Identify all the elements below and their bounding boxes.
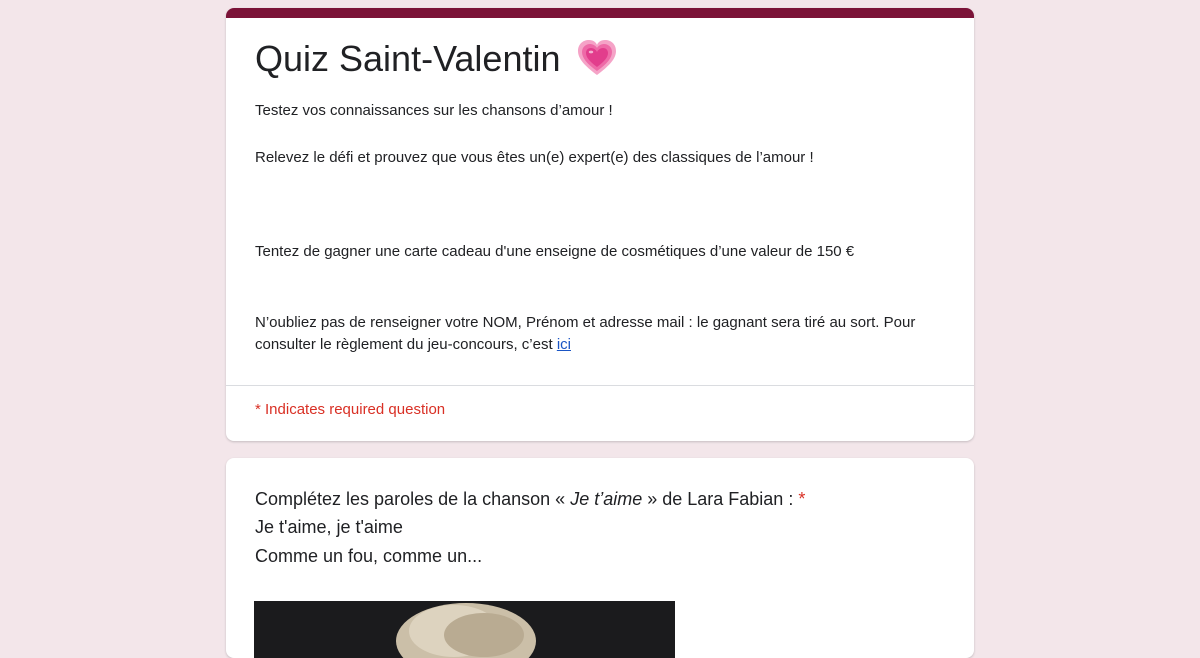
question-title-suffix: » de Lara Fabian : bbox=[642, 489, 799, 509]
form-title: Quiz Saint-Valentin bbox=[255, 38, 617, 80]
song-title: Je t’aime bbox=[570, 489, 643, 509]
theme-accent-bar bbox=[226, 8, 974, 18]
lyric-line-2: Comme un fou, comme un... bbox=[255, 546, 483, 566]
form-description-line-3: Tentez de gagner une carte cadeau d'une … bbox=[255, 243, 855, 260]
required-star: * bbox=[798, 489, 806, 509]
header-divider bbox=[226, 385, 974, 386]
form-header-card: Quiz Saint-Valentin Testez vos connaissa… bbox=[226, 8, 974, 441]
form-description-line-4: N’oubliez pas de renseigner votre NOM, P… bbox=[255, 312, 935, 356]
rules-link[interactable]: ici bbox=[557, 336, 571, 353]
growing-heart-icon bbox=[577, 40, 616, 75]
required-question-note: * Indicates required question bbox=[255, 401, 446, 418]
question-card: Complétez les paroles de la chanson « Je… bbox=[226, 458, 974, 658]
form-description-line-2: Relevez le défi et prouvez que vous êtes… bbox=[255, 149, 814, 166]
form-description-line-1: Testez vos connaissances sur les chanson… bbox=[255, 102, 613, 119]
rules-text: N’oubliez pas de renseigner votre NOM, P… bbox=[255, 314, 916, 353]
form-title-text: Quiz Saint-Valentin bbox=[255, 38, 561, 79]
question-title-prefix: Complétez les paroles de la chanson « bbox=[255, 489, 571, 509]
lyric-line-1: Je t'aime, je t'aime bbox=[255, 517, 403, 537]
question-title: Complétez les paroles de la chanson « Je… bbox=[255, 486, 805, 512]
